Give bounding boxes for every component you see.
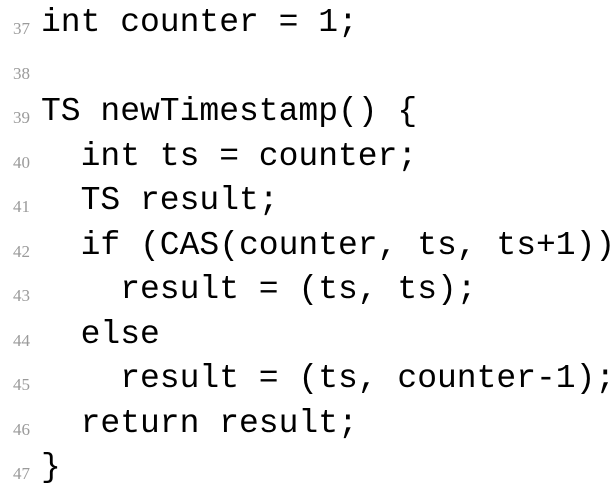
code-listing: 37 int counter = 1; 38 39 TS newTimestam… [0,0,613,504]
code-line: 44 else [0,312,613,357]
line-number: 46 [13,419,30,439]
code-line: 42 if (CAS(counter, ts, ts+1)) [0,223,613,268]
code-line: 38 [0,45,613,90]
code-line: 43 result = (ts, ts); [0,267,613,312]
code-line: 46 return result; [0,401,613,446]
line-number: 39 [13,108,30,127]
line-code: TS result; [41,182,279,219]
line-code: int counter = 1; [41,4,358,41]
line-number: 43 [13,286,30,305]
code-line: 39 TS newTimestamp() { [0,89,613,134]
line-number: 41 [13,197,30,216]
line-code: if (CAS(counter, ts, ts+1)) [41,226,613,264]
line-number: 44 [13,330,30,350]
line-number: 45 [13,375,30,394]
code-line: 40 int ts = counter; [0,134,613,179]
line-code: } [41,449,61,486]
line-code: result = (ts, ts); [41,271,477,308]
line-number: 47 [13,464,30,483]
code-line: 37 int counter = 1; [0,0,613,45]
line-code: result = (ts, counter-1); [41,360,613,397]
line-number: 42 [13,241,30,261]
code-line: 41 TS result; [0,178,613,223]
code-line: 47 } [0,445,613,490]
line-code: else [41,315,160,353]
code-line: 45 result = (ts, counter-1); [0,356,613,401]
line-number: 37 [13,19,30,38]
code-listing-page: 37 int counter = 1; 38 39 TS newTimestam… [0,0,613,504]
line-number: 38 [13,63,30,83]
line-number: 40 [13,152,30,172]
line-code: int ts = counter; [41,137,418,175]
line-code: TS newTimestamp() { [41,93,418,130]
line-code: return result; [41,404,358,442]
